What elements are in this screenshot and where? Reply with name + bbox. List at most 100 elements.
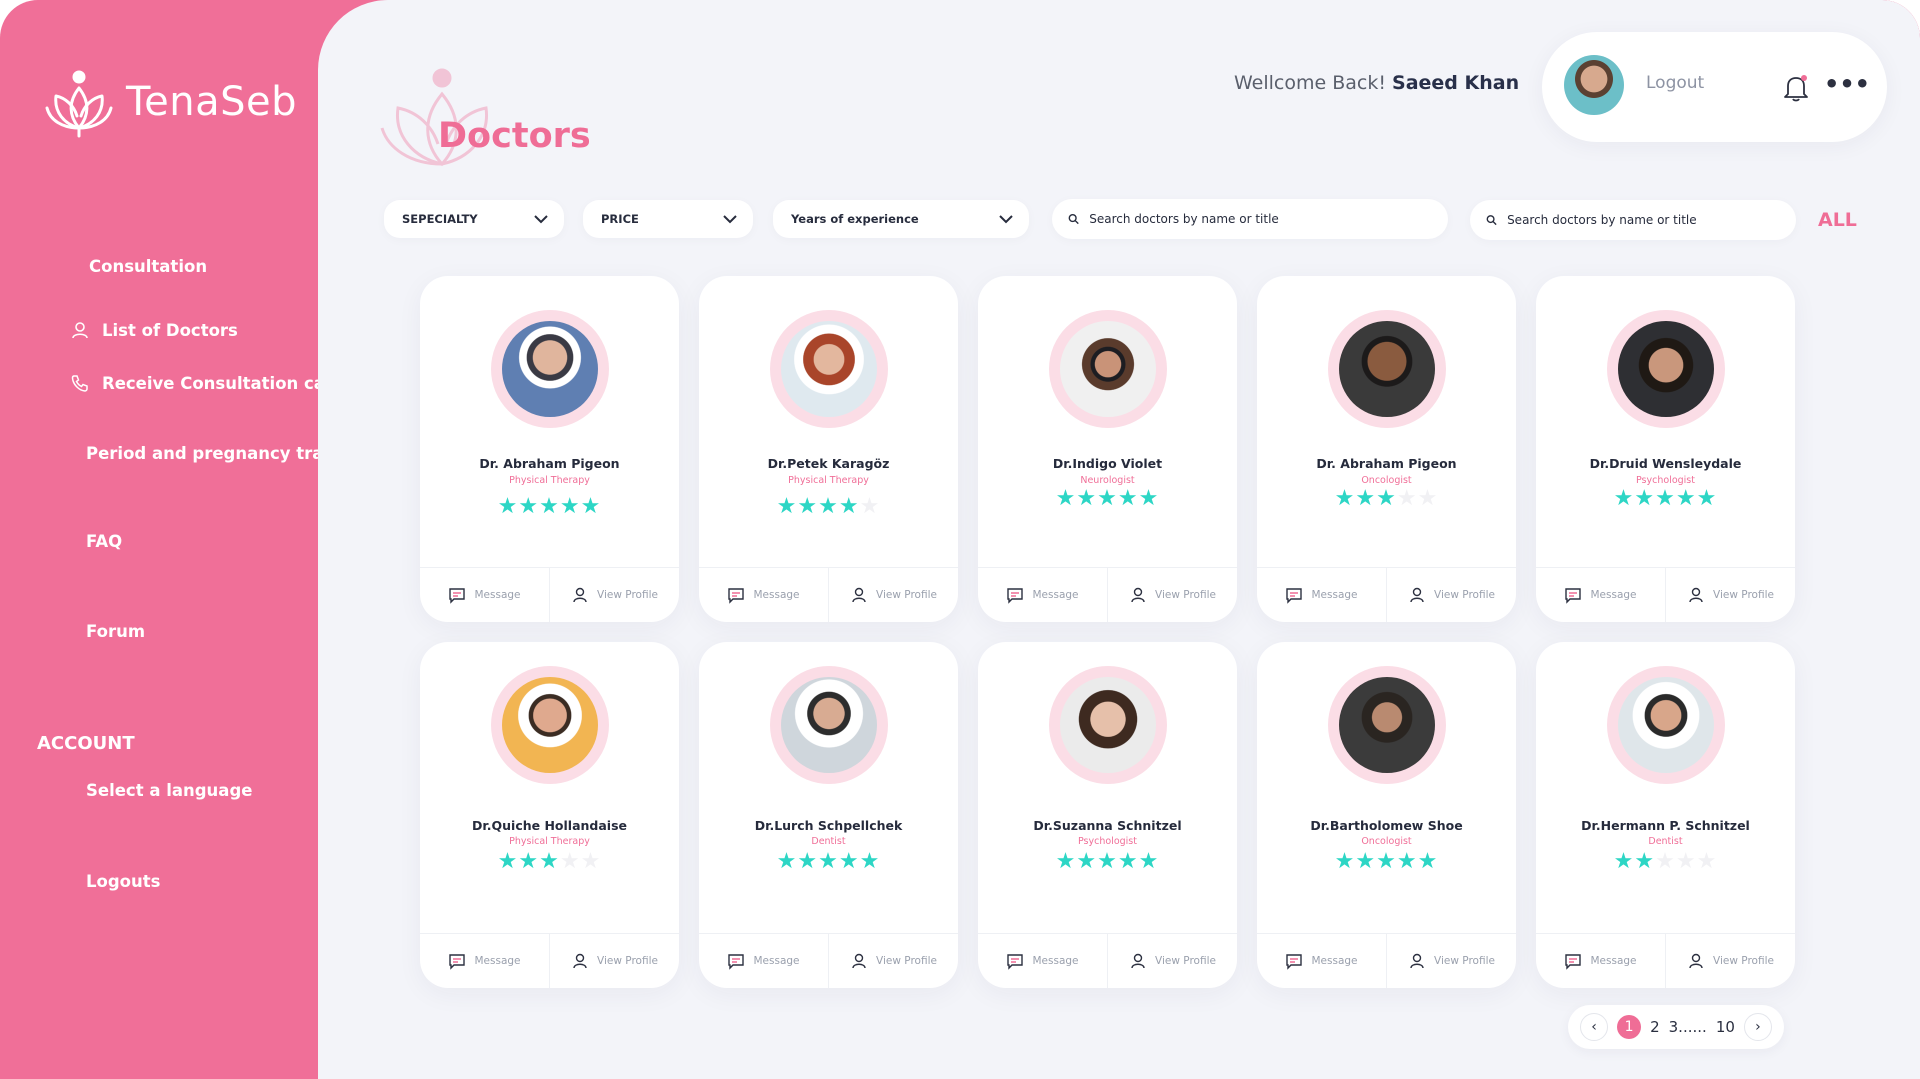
message-button[interactable]: Message: [1257, 934, 1386, 988]
view-profile-label: View Profile: [597, 955, 658, 967]
star-icon: ★: [1076, 486, 1098, 511]
doctor-photo-ring: [1607, 310, 1725, 428]
doctor-photo-ring: [1049, 666, 1167, 784]
view-profile-label: View Profile: [1155, 589, 1216, 601]
doctor-photo-ring: [770, 666, 888, 784]
card-actions: Message View Profile: [420, 567, 679, 622]
sidebar-item-language[interactable]: Select a language: [86, 781, 252, 800]
experience-dropdown[interactable]: Years of experience: [773, 200, 1029, 238]
message-button[interactable]: Message: [699, 568, 828, 622]
doctor-specialty: Psychologist: [1078, 836, 1137, 847]
price-dropdown[interactable]: PRICE: [583, 200, 753, 238]
page-button-10[interactable]: 10: [1716, 1018, 1735, 1036]
doctor-search-box-secondary[interactable]: [1470, 200, 1796, 240]
star-icon: ★: [776, 494, 798, 519]
more-options-icon[interactable]: •••: [1824, 70, 1870, 98]
doctor-photo[interactable]: [502, 321, 598, 417]
message-label: Message: [1590, 955, 1637, 967]
card-actions: Message View Profile: [978, 933, 1237, 988]
doctors-grid: Dr. Abraham Pigeon Physical Therapy ★★★★…: [420, 276, 1798, 988]
message-button[interactable]: Message: [420, 568, 549, 622]
doctor-photo[interactable]: [1339, 677, 1435, 773]
view-profile-button[interactable]: View Profile: [1386, 934, 1516, 988]
view-profile-button[interactable]: View Profile: [1107, 568, 1237, 622]
star-icon: ★: [1138, 849, 1160, 874]
sidebar-item-logouts[interactable]: Logouts: [86, 872, 160, 891]
view-profile-label: View Profile: [1713, 955, 1774, 967]
sidebar-item-faq[interactable]: FAQ: [86, 532, 122, 551]
doctor-photo[interactable]: [502, 677, 598, 773]
doctor-name: Dr.Hermann P. Schnitzel: [1581, 818, 1750, 833]
view-profile-button[interactable]: View Profile: [828, 568, 958, 622]
star-icon: ★: [559, 494, 581, 519]
chevron-down-icon: [999, 214, 1013, 223]
chevron-left-icon[interactable]: ‹: [1580, 1013, 1608, 1041]
doctor-photo[interactable]: [1618, 321, 1714, 417]
view-profile-button[interactable]: View Profile: [1107, 934, 1237, 988]
doctor-photo[interactable]: [781, 677, 877, 773]
message-button[interactable]: Message: [978, 934, 1107, 988]
doctor-photo[interactable]: [1060, 677, 1156, 773]
card-actions: Message View Profile: [1536, 567, 1795, 622]
star-icon: ★: [838, 849, 860, 874]
star-icon: ★: [580, 494, 602, 519]
sidebar-item-forum[interactable]: Forum: [86, 622, 145, 641]
doctor-photo-ring: [1328, 666, 1446, 784]
message-label: Message: [1590, 589, 1637, 601]
message-button[interactable]: Message: [978, 568, 1107, 622]
notification-bell-icon[interactable]: [1782, 72, 1810, 102]
welcome-message: Wellcome Back! Saeed Khan: [1234, 72, 1519, 94]
view-profile-button[interactable]: View Profile: [1386, 568, 1516, 622]
avatar[interactable]: [1564, 55, 1624, 115]
doctor-search-box[interactable]: [1052, 199, 1448, 239]
all-filter-link[interactable]: ALL: [1818, 209, 1857, 231]
message-button[interactable]: Message: [699, 934, 828, 988]
main-content: Doctors Wellcome Back! Saeed Khan Logout…: [318, 0, 1920, 1079]
doctor-card: Dr.Hermann P. Schnitzel Dentist ★★★★★ Me…: [1536, 642, 1795, 988]
doctor-photo[interactable]: [1060, 321, 1156, 417]
rating-stars: ★★★★★: [1536, 486, 1795, 511]
rating-stars: ★★★★★: [699, 849, 958, 874]
message-button[interactable]: Message: [1257, 568, 1386, 622]
sidebar-item-list-of-doctors[interactable]: List of Doctors: [70, 320, 238, 340]
message-label: Message: [1032, 955, 1079, 967]
doctor-photo-ring: [491, 310, 609, 428]
message-button[interactable]: Message: [1536, 568, 1665, 622]
view-profile-button[interactable]: View Profile: [549, 568, 679, 622]
star-icon: ★: [1055, 849, 1077, 874]
specialty-dropdown[interactable]: SEPECIALTY: [384, 200, 564, 238]
rating-stars: ★★★★★: [420, 849, 679, 874]
card-actions: Message View Profile: [699, 933, 958, 988]
search-input[interactable]: [1505, 212, 1780, 228]
doctor-photo[interactable]: [1618, 677, 1714, 773]
page-button-2[interactable]: 2: [1650, 1018, 1660, 1036]
view-profile-button[interactable]: View Profile: [1665, 934, 1795, 988]
star-icon: ★: [1117, 486, 1139, 511]
search-input[interactable]: [1087, 211, 1432, 227]
chevron-right-icon[interactable]: ›: [1743, 1013, 1772, 1041]
star-icon: ★: [1355, 849, 1377, 874]
logo[interactable]: TenaSeb: [44, 66, 297, 138]
message-label: Message: [1311, 955, 1358, 967]
user-name: Saeed Khan: [1392, 72, 1520, 94]
doctor-photo[interactable]: [781, 321, 877, 417]
sidebar-item-receive-consultation-call[interactable]: Receive Consultation call: [70, 373, 336, 393]
rating-stars: ★★★★★: [1257, 486, 1516, 511]
message-button[interactable]: Message: [1536, 934, 1665, 988]
star-icon: ★: [1076, 849, 1098, 874]
message-icon: [1565, 954, 1582, 970]
message-button[interactable]: Message: [420, 934, 549, 988]
doctor-photo[interactable]: [1339, 321, 1435, 417]
view-profile-label: View Profile: [1434, 589, 1495, 601]
view-profile-button[interactable]: View Profile: [1665, 568, 1795, 622]
page-button-1[interactable]: 1: [1617, 1015, 1642, 1039]
logout-button[interactable]: Logout: [1646, 73, 1704, 93]
page-button-3[interactable]: 3......: [1669, 1018, 1707, 1036]
view-profile-button[interactable]: View Profile: [549, 934, 679, 988]
card-actions: Message View Profile: [1536, 933, 1795, 988]
star-icon: ★: [838, 494, 860, 519]
view-profile-button[interactable]: View Profile: [828, 934, 958, 988]
star-icon: ★: [1055, 486, 1077, 511]
sidebar-item-consultation[interactable]: Consultation: [89, 257, 207, 276]
star-icon: ★: [539, 494, 560, 519]
